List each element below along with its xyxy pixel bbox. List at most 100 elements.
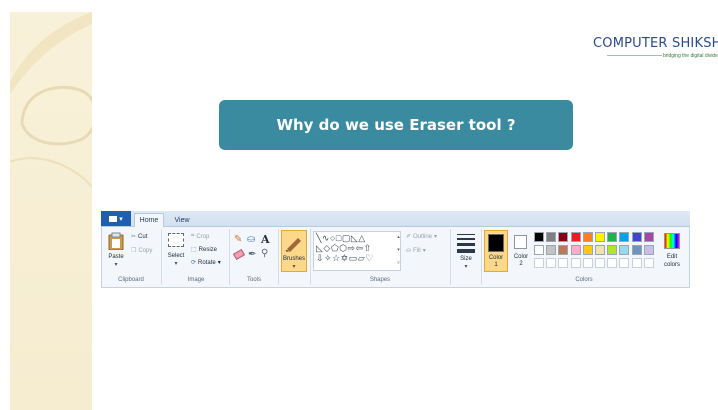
resize-button[interactable]: ⬚ Resize	[191, 246, 218, 254]
custom-color-slot[interactable]	[546, 258, 557, 268]
crop-icon: ⌗	[191, 233, 195, 239]
size-button[interactable]: Size ▾	[455, 231, 477, 273]
rotate-button[interactable]: ⟳ Rotate ▾	[191, 259, 221, 267]
edit-colors-button[interactable]: Edit colors	[661, 231, 683, 273]
tab-view[interactable]: View	[168, 213, 196, 227]
divider	[278, 229, 279, 285]
color-swatch[interactable]	[582, 245, 593, 255]
color-picker-icon[interactable]: ✒	[248, 249, 256, 260]
eraser-icon[interactable]	[232, 248, 246, 261]
divider	[161, 229, 162, 285]
color-swatch[interactable]	[534, 245, 544, 255]
custom-color-slot[interactable]	[643, 258, 654, 268]
shapes-gallery[interactable]: ╲∿○□▢◺△ ◺◇⬠⬡⇨⇦⇧ ⇩✧☆✡▭▱♡	[313, 231, 401, 271]
custom-color-slot[interactable]	[631, 258, 642, 268]
color1-button[interactable]: Color 1	[484, 230, 508, 272]
fill-bucket-icon[interactable]: ⛀	[247, 234, 255, 245]
brand-divider	[607, 55, 662, 56]
color-swatch[interactable]	[534, 232, 544, 242]
color2-button[interactable]: Color 2	[510, 230, 532, 272]
crop-button[interactable]: ⌗ Crop	[191, 233, 209, 240]
divider	[450, 229, 451, 285]
color-swatch[interactable]	[643, 245, 654, 255]
color-swatch[interactable]	[546, 245, 557, 255]
crop-label: Crop	[196, 233, 210, 240]
color-swatch[interactable]	[631, 245, 642, 255]
thick-line-icon	[457, 243, 475, 246]
color-swatch[interactable]	[607, 245, 618, 255]
custom-color-slot[interactable]	[595, 258, 605, 268]
divider	[229, 229, 230, 285]
color-swatch[interactable]	[619, 232, 630, 242]
tab-home-label: Home	[139, 217, 159, 224]
text-tool-icon[interactable]: A	[261, 233, 270, 246]
color-wheel-icon	[664, 233, 680, 249]
select-icon	[168, 233, 184, 247]
fill-button[interactable]: ⛀ Fill ▾	[406, 247, 426, 255]
thickest-line-icon	[457, 249, 475, 253]
chevron-down-icon: ▾	[114, 262, 118, 268]
fill-label: Fill	[413, 247, 421, 254]
copy-label: Copy	[138, 247, 153, 254]
custom-color-slot[interactable]	[558, 258, 569, 268]
chevron-down-icon: ▾	[292, 264, 296, 270]
color-swatch[interactable]	[643, 232, 654, 242]
color-swatch[interactable]	[619, 245, 630, 255]
pencil-icon[interactable]: ✎	[234, 234, 242, 245]
divider	[310, 229, 311, 285]
resize-icon: ⬚	[191, 247, 197, 253]
brand-logo: COMPUTER SHIKSHA bridging the digital di…	[593, 36, 718, 66]
select-button[interactable]: Select ▾	[166, 231, 186, 271]
tab-home[interactable]: Home	[134, 213, 164, 227]
chevron-down-icon: ▾	[217, 260, 221, 266]
colors-group-label: Colors	[575, 277, 593, 283]
custom-color-slot[interactable]	[619, 258, 630, 268]
color-swatch[interactable]	[595, 245, 605, 255]
rotate-icon: ⟳	[191, 260, 197, 266]
color-swatch[interactable]	[546, 232, 557, 242]
color-swatch[interactable]	[582, 232, 593, 242]
color-palette	[534, 232, 659, 272]
magnifier-icon[interactable]: ⚲	[261, 248, 268, 259]
color-swatch[interactable]	[558, 232, 569, 242]
slide-title: Why do we use Eraser tool ?	[276, 116, 516, 134]
brushes-button[interactable]: Brushes ▾	[281, 230, 307, 272]
custom-color-slot[interactable]	[582, 258, 593, 268]
shapes-group-label: Shapes	[369, 277, 391, 283]
cut-label: Cut	[138, 233, 148, 240]
fill-icon: ⛀	[406, 248, 412, 254]
paste-button[interactable]: Paste ▾	[105, 231, 127, 271]
color-swatch[interactable]	[570, 232, 581, 242]
paint-menu-icon	[109, 215, 118, 222]
resize-label: Resize	[198, 246, 218, 253]
select-label: Select	[167, 253, 185, 259]
outline-label: Outline	[413, 233, 433, 240]
chevron-down-icon: ▾	[434, 234, 438, 240]
color2-swatch	[514, 235, 527, 249]
edit-colors-label: Edit colors	[663, 254, 680, 268]
color-swatch[interactable]	[631, 232, 642, 242]
custom-color-slot[interactable]	[607, 258, 618, 268]
shapes-scroll[interactable]: ▴ ▾ ▿	[395, 231, 402, 271]
color-swatch[interactable]	[595, 232, 605, 242]
divider	[481, 229, 482, 285]
clipboard-group-label: Clipboard	[118, 277, 144, 283]
color-swatch[interactable]	[570, 245, 581, 255]
chevron-down-icon: ▾	[422, 248, 426, 254]
color2-label: Color	[513, 254, 529, 260]
brand-name-part2: SHIKSHA	[672, 36, 718, 51]
file-menu-button[interactable]: ▾	[101, 211, 131, 226]
copy-button[interactable]: ❐ Copy	[131, 247, 153, 255]
color-swatch[interactable]	[558, 245, 569, 255]
cut-button[interactable]: ✂ Cut	[131, 233, 148, 241]
clipboard-icon	[108, 232, 124, 250]
title-banner: Why do we use Eraser tool ?	[219, 100, 573, 150]
outline-button[interactable]: ✐ Outline ▾	[406, 233, 438, 241]
file-menu-caret: ▾	[119, 215, 123, 223]
color-swatch[interactable]	[607, 232, 618, 242]
chevron-down-icon: ▾	[464, 264, 468, 270]
color1-swatch	[488, 234, 504, 252]
custom-color-slot[interactable]	[570, 258, 581, 268]
tools-group: ✎ ⛀ A ✒ ⚲	[232, 233, 276, 266]
custom-color-slot[interactable]	[534, 258, 544, 268]
